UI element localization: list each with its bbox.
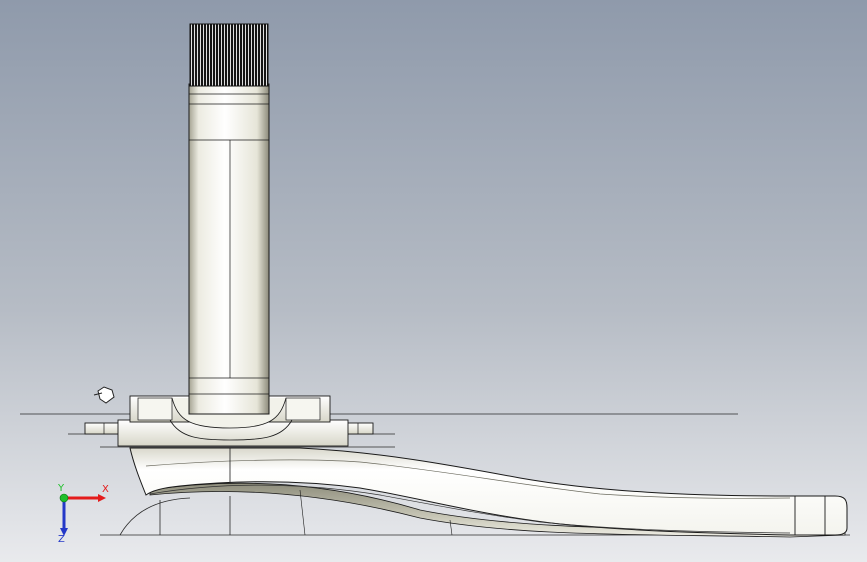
rotate-view-cursor-icon — [93, 386, 115, 404]
crank-arm[interactable] — [129, 447, 848, 538]
x-axis-label: X — [102, 484, 109, 495]
graphics-viewport[interactable]: X Y Z — [0, 0, 867, 562]
z-axis-label: Z — [58, 534, 65, 545]
spline-end[interactable] — [189, 23, 269, 87]
axis-triad: X Y Z — [57, 483, 109, 545]
spindle-shaft[interactable] — [188, 83, 270, 415]
y-axis-dot — [59, 493, 69, 503]
model-canvas[interactable]: X Y Z — [0, 0, 867, 562]
y-axis-label: Y — [57, 483, 65, 494]
